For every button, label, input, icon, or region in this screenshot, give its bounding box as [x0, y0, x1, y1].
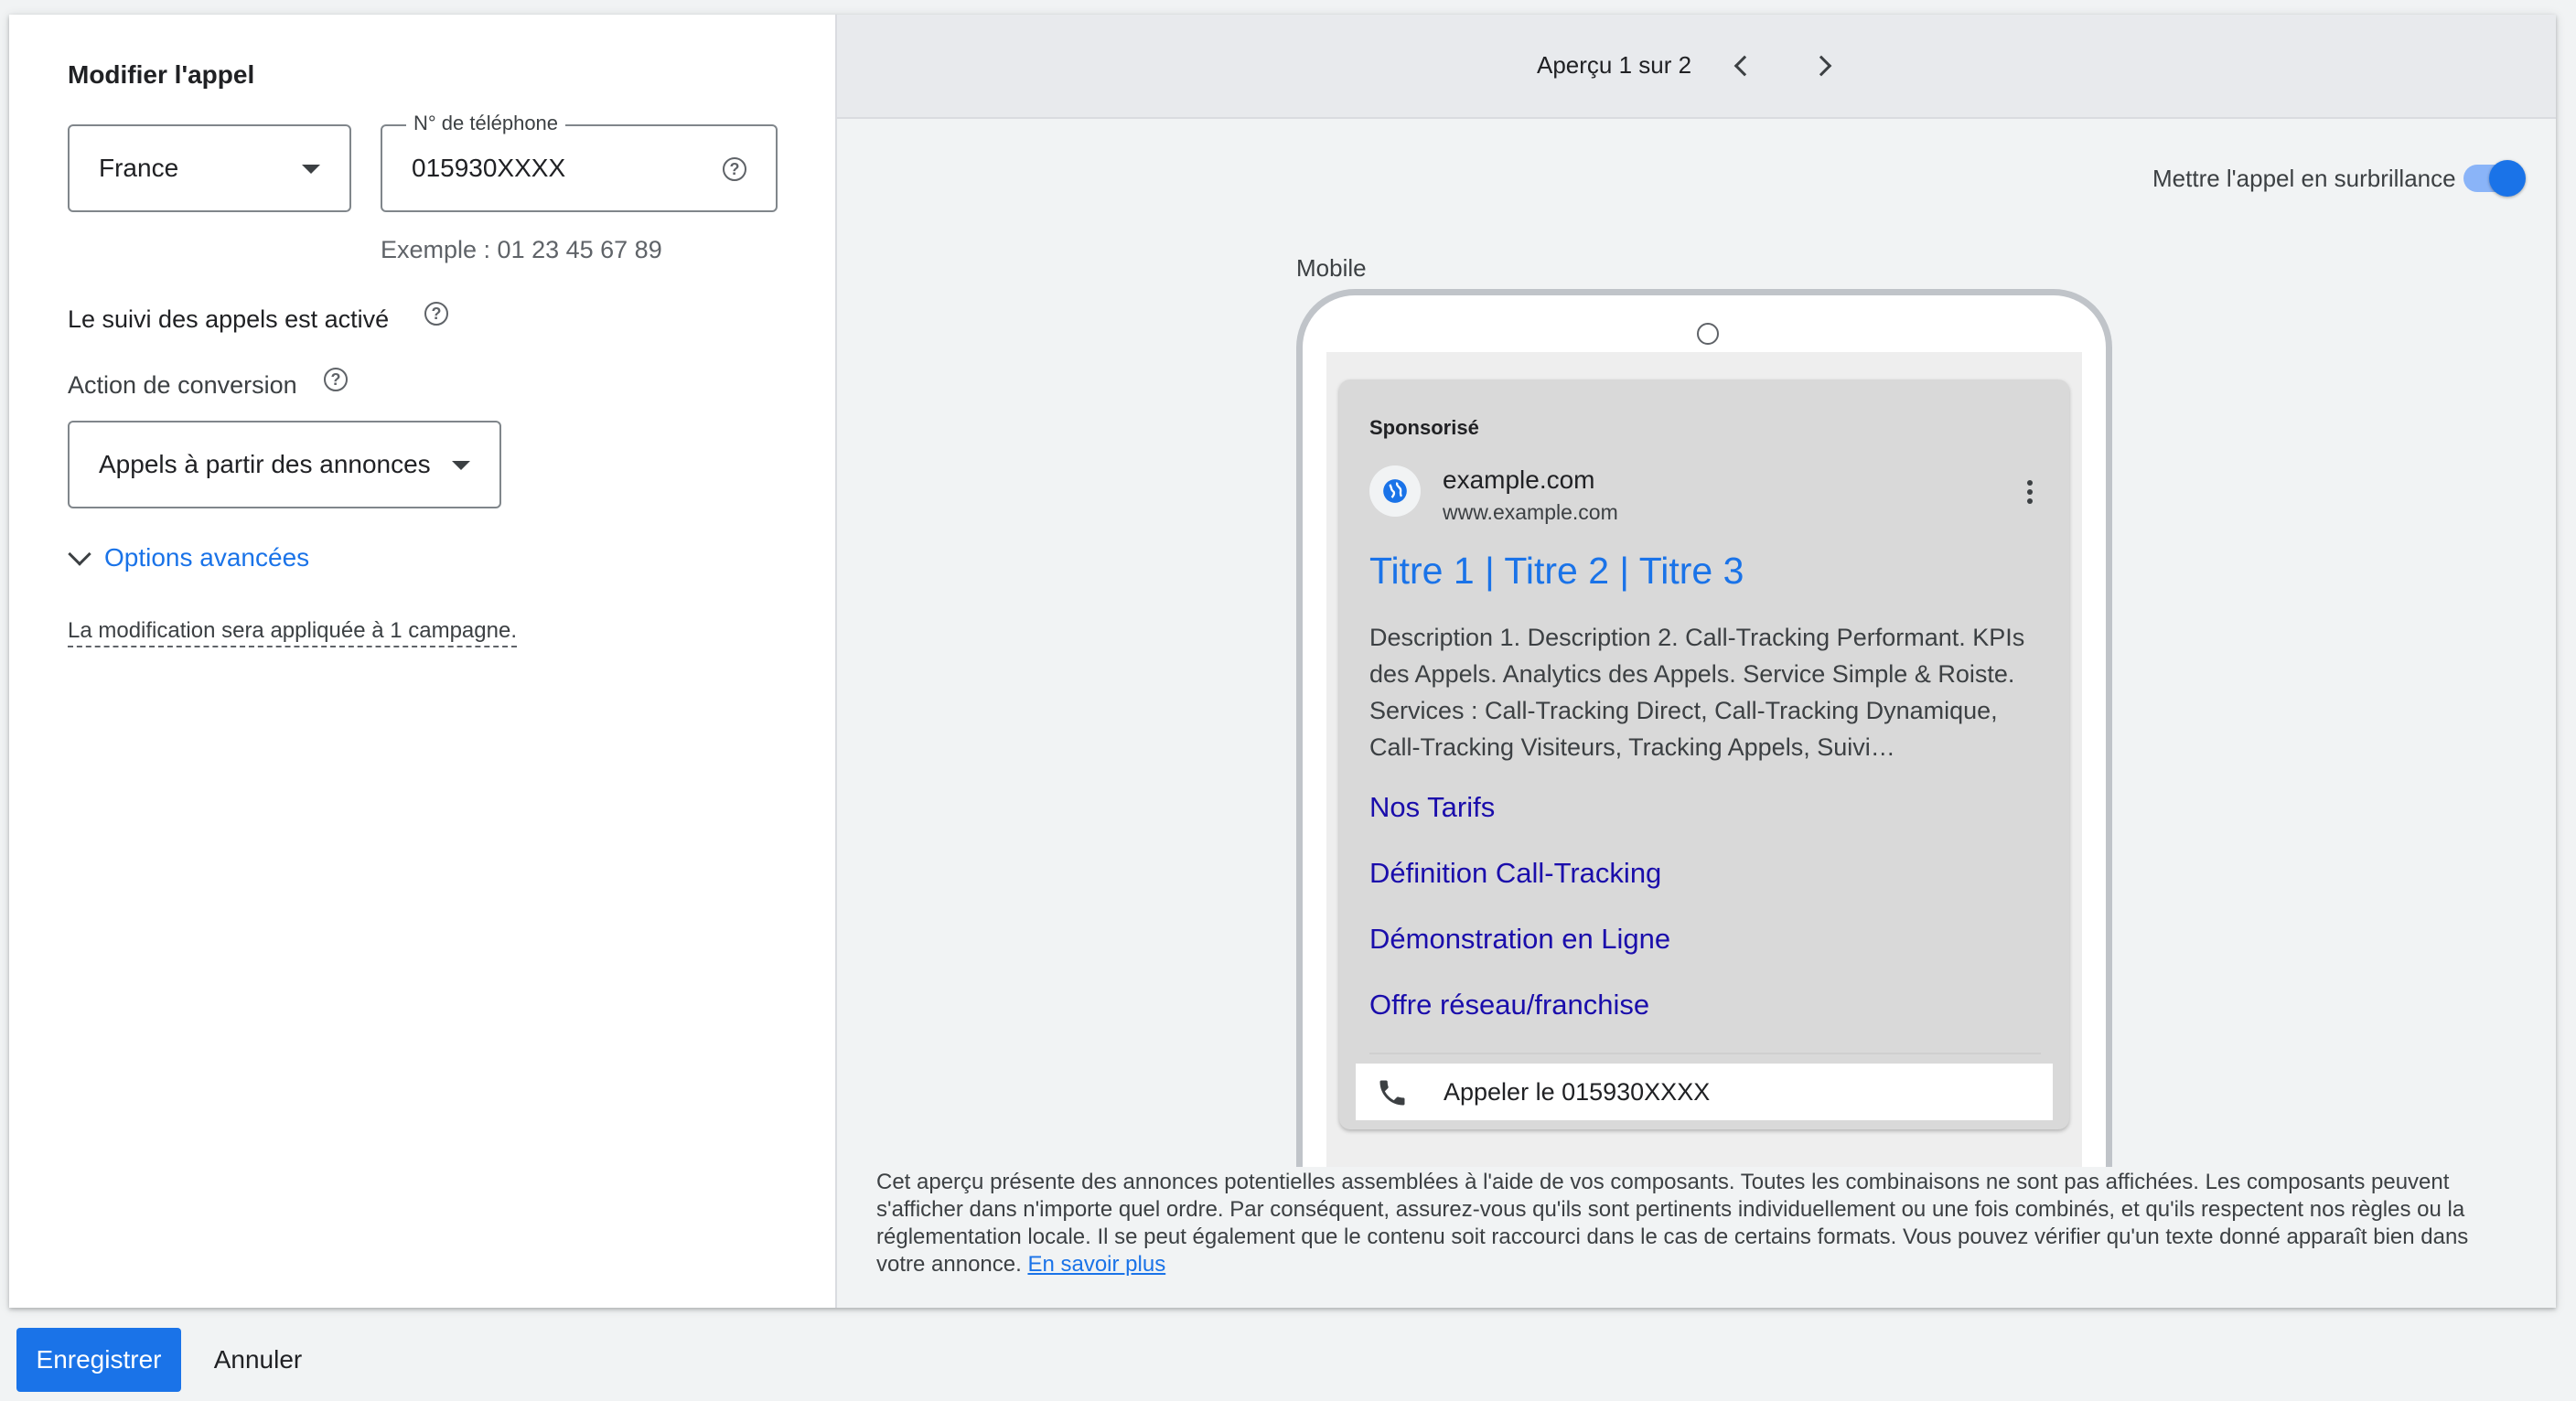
divider — [1369, 1053, 2041, 1054]
sitelink[interactable]: Démonstration en Ligne — [1369, 923, 1670, 956]
camera-icon — [1697, 323, 1719, 345]
chevron-right-icon[interactable] — [1810, 55, 1832, 77]
chevron-down-icon — [68, 542, 91, 566]
preview-counter: Aperçu 1 sur 2 — [1537, 51, 1692, 79]
chevron-left-icon[interactable] — [1733, 55, 1755, 77]
country-value: France — [99, 154, 179, 182]
highlight-call-label: Mettre l'appel en surbrillance — [2152, 165, 2456, 192]
advanced-options-label: Options avancées — [104, 543, 310, 572]
learn-more-link[interactable]: En savoir plus — [1027, 1252, 1165, 1277]
phone-icon — [1379, 1080, 1405, 1106]
preview-nav-bar: Aperçu 1 sur 2 — [837, 15, 2556, 119]
ad-site-url: www.example.com — [1443, 500, 1618, 524]
phone-number-value: 015930XXXX — [412, 154, 566, 182]
ad-preview: Sponsorisé example.com www.example.com T… — [1339, 380, 2069, 1129]
call-tracking-status: Le suivi des appels est activé — [68, 305, 390, 333]
sitelink[interactable]: Nos Tarifs — [1369, 791, 1495, 824]
call-extension[interactable]: Appeler le 015930XXXX — [1356, 1064, 2053, 1120]
campaign-note[interactable]: La modification sera appliquée à 1 campa… — [68, 618, 517, 647]
toggle-knob — [2489, 160, 2526, 197]
ad-site-name: example.com — [1443, 465, 1595, 494]
conversion-action-value: Appels à partir des annonces — [99, 450, 431, 478]
ad-description: Description 1. Description 2. Call-Track… — [1369, 624, 2025, 761]
mobile-frame: Sponsorisé example.com www.example.com T… — [1296, 289, 2112, 1167]
dropdown-arrow-icon — [452, 461, 470, 470]
preview-disclaimer: Cet aperçu présente des annonces potenti… — [876, 1169, 2514, 1278]
sitelink[interactable]: Offre réseau/franchise — [1369, 989, 1649, 1021]
device-label: Mobile — [1296, 254, 1367, 282]
phone-field-label: N° de téléphone — [406, 112, 566, 135]
conversion-action-select[interactable]: Appels à partir des annonces — [68, 421, 501, 508]
dropdown-arrow-icon — [302, 165, 320, 174]
edit-call-dialog: Modifier l'appel France N° de téléphone … — [9, 15, 2556, 1308]
cancel-button[interactable]: Annuler — [196, 1328, 320, 1392]
panel-title: Modifier l'appel — [68, 60, 255, 89]
country-select[interactable]: France — [68, 124, 351, 212]
phone-example-hint: Exemple : 01 23 45 67 89 — [381, 236, 662, 263]
globe-icon — [1383, 479, 1407, 503]
sitelink[interactable]: Définition Call-Tracking — [1369, 857, 1661, 890]
ad-headline[interactable]: Titre 1 | Titre 2 | Titre 3 — [1369, 550, 1744, 593]
tracking-help-icon[interactable]: ? — [424, 302, 448, 326]
more-vert-icon[interactable] — [2027, 480, 2033, 508]
phone-number-field[interactable]: N° de téléphone 015930XXXX ? — [381, 112, 778, 212]
mobile-screen: Sponsorisé example.com www.example.com T… — [1326, 352, 2082, 1167]
preview-panel: Aperçu 1 sur 2 Mettre l'appel en surbril… — [837, 15, 2556, 1308]
conversion-help-icon[interactable]: ? — [324, 368, 348, 391]
help-icon[interactable]: ? — [723, 157, 746, 181]
call-text: Appeler le 015930XXXX — [1444, 1078, 1711, 1106]
advanced-options-toggle[interactable]: Options avancées — [64, 542, 310, 572]
site-favicon — [1369, 465, 1421, 517]
edit-panel: Modifier l'appel France N° de téléphone … — [9, 15, 837, 1308]
conversion-action-label: Action de conversion — [68, 371, 297, 399]
save-button[interactable]: Enregistrer — [16, 1328, 181, 1392]
highlight-call-toggle[interactable] — [2463, 160, 2526, 197]
sponsored-label: Sponsorisé — [1369, 416, 1479, 439]
